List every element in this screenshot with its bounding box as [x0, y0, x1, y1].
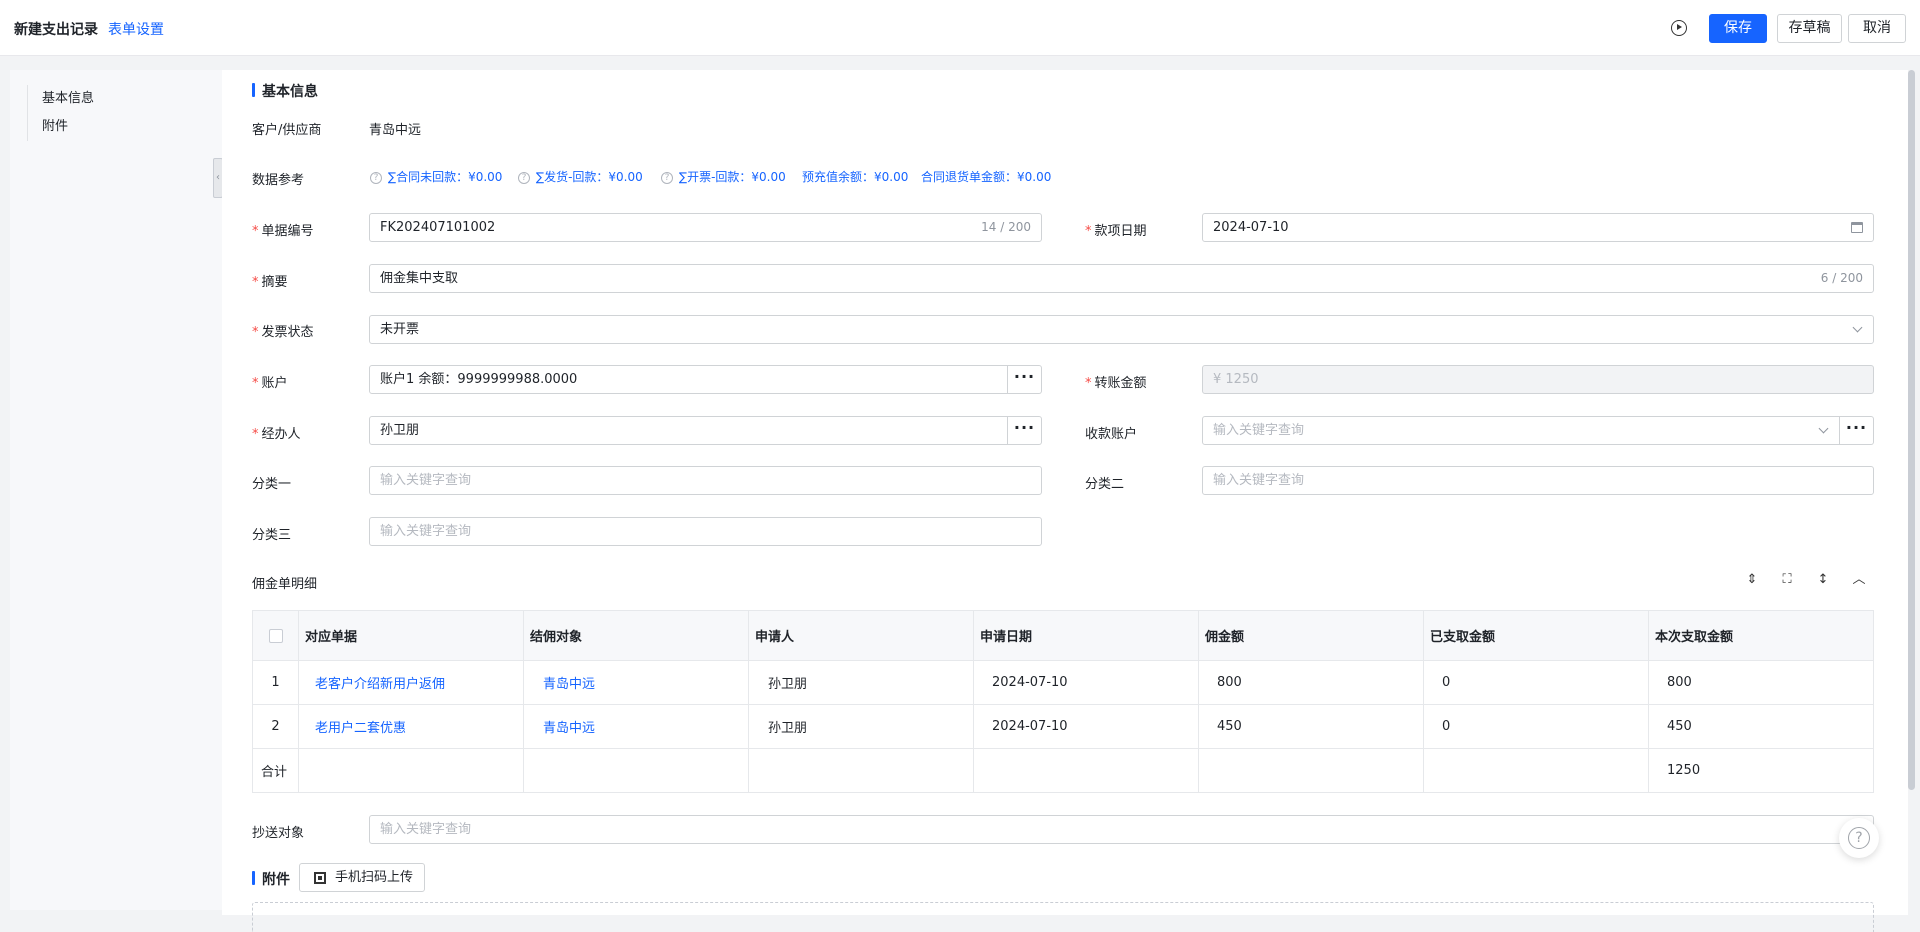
select-all-checkbox[interactable] [268, 628, 283, 643]
total-row: 合计 1250 [252, 748, 1874, 793]
customer-value: 青岛中远 [369, 123, 422, 138]
row-height-icon[interactable]: ⇕ [1744, 572, 1760, 588]
scrollbar[interactable] [1908, 70, 1915, 790]
invoice-status-select[interactable]: 未开票 [369, 315, 1874, 344]
category2-input[interactable]: 输入关键字查询 [1202, 466, 1874, 495]
table-row: 1 老客户介绍新用户返佣 青岛中远 孙卫朋 2024-07-10 800 0 8… [252, 660, 1874, 705]
commission-detail-table: 对应单据 结佣对象 申请人 申请日期 佣金额 已支取金额 本次支取金额 1 老客… [252, 610, 1874, 793]
char-count: 6 / 200 [1820, 271, 1863, 285]
section-nav: 基本信息 附件 [10, 70, 222, 910]
category1-label: 分类一 [252, 477, 292, 492]
nav-item-attachment[interactable]: 附件 [42, 113, 94, 141]
question-icon: ? [661, 172, 673, 184]
upload-dropzone[interactable] [252, 902, 1874, 932]
collapse-up-icon[interactable]: ︿ [1851, 572, 1867, 588]
doc-link[interactable]: 老客户介绍新用户返佣 [315, 677, 445, 692]
col-header: 申请日期 [973, 610, 1199, 661]
target-link[interactable]: 青岛中远 [543, 677, 595, 692]
summary-label: * 摘要 [252, 275, 288, 290]
expand-icon[interactable]: ↕ [1815, 572, 1831, 588]
nav-item-basic-info[interactable]: 基本信息 [42, 85, 94, 113]
category1-input[interactable]: 输入关键字查询 [369, 466, 1042, 495]
receive-account-select[interactable]: 输入关键字查询 [1202, 416, 1840, 445]
table-row: 2 老用户二套优惠 青岛中远 孙卫朋 2024-07-10 450 0 450 [252, 704, 1874, 749]
total-current: 1250 [1648, 748, 1874, 793]
transfer-amount-label: * 转账金额 [1085, 376, 1147, 391]
ref-contract-unpaid: ? ∑合同未回款：¥0.00 [370, 168, 502, 185]
cancel-button[interactable]: 取消 [1848, 14, 1906, 43]
cc-label: 抄送对象 [252, 826, 305, 841]
draft-button[interactable]: 存草稿 [1777, 14, 1842, 43]
section-title-basic: 基本信息 [252, 81, 318, 101]
save-button[interactable]: 保存 [1709, 14, 1767, 43]
account-input[interactable]: 账户1 余额：9999999988.0000 [369, 365, 1008, 394]
ref-shipment-payment: ? ∑发货-回款：¥0.00 [518, 168, 643, 185]
ref-invoice-payment: ? ∑开票-回款：¥0.00 [661, 168, 786, 185]
col-header: 本次支取金额 [1648, 610, 1874, 661]
ref-return-amount: 合同退货单金额：¥0.00 [921, 170, 1052, 184]
date-label: * 款项日期 [1085, 224, 1147, 239]
mobile-upload-button[interactable]: 手机扫码上传 [299, 863, 425, 892]
col-header: 对应单据 [298, 610, 524, 661]
chevron-down-icon [1818, 423, 1829, 434]
section-title-attachment: 附件 [252, 869, 290, 889]
doc-link[interactable]: 老用户二套优惠 [315, 721, 406, 736]
handler-input[interactable]: 孙卫朋 [369, 416, 1008, 445]
play-icon[interactable] [1671, 20, 1687, 36]
handler-label: * 经办人 [252, 427, 301, 442]
page-title: 新建支出记录 [14, 22, 98, 38]
select-all-cell [252, 610, 299, 661]
col-header: 佣金额 [1198, 610, 1424, 661]
help-button[interactable]: ? [1839, 818, 1879, 858]
col-header: 结佣对象 [523, 610, 749, 661]
category2-label: 分类二 [1085, 477, 1125, 492]
target-link[interactable]: 青岛中远 [543, 721, 595, 736]
doc-no-label: * 单据编号 [252, 224, 314, 239]
qrcode-icon [314, 872, 326, 884]
doc-no-input[interactable]: FK202407101002 14 / 200 [369, 213, 1042, 242]
transfer-amount-input: ¥ 1250 [1202, 365, 1874, 394]
receive-account-label: 收款账户 [1085, 427, 1138, 442]
customer-label: 客户/供应商 [252, 123, 322, 138]
chevron-down-icon [1852, 322, 1863, 333]
fullscreen-icon[interactable]: ⛶ [1779, 572, 1795, 588]
invoice-status-label: * 发票状态 [252, 325, 314, 340]
char-count: 14 / 200 [981, 220, 1031, 234]
more-icon[interactable]: ··· [1008, 416, 1042, 445]
calendar-icon [1851, 222, 1863, 233]
col-header: 已支取金额 [1423, 610, 1649, 661]
help-icon: ? [1848, 827, 1870, 849]
question-icon: ? [518, 172, 530, 184]
top-header: 新建支出记录 表单设置 保存 存草稿 取消 [0, 0, 1920, 56]
col-header: 申请人 [748, 610, 974, 661]
detail-title: 佣金单明细 [252, 577, 318, 592]
form-settings-link[interactable]: 表单设置 [108, 19, 164, 39]
data-ref-label: 数据参考 [252, 173, 305, 188]
cc-input[interactable]: 输入关键字查询 [369, 815, 1874, 844]
account-label: * 账户 [252, 376, 288, 391]
question-icon: ? [370, 172, 382, 184]
category3-label: 分类三 [252, 528, 292, 543]
date-input[interactable]: 2024-07-10 [1202, 213, 1874, 242]
more-icon[interactable]: ··· [1840, 416, 1874, 445]
summary-input[interactable]: 佣金集中支取 6 / 200 [369, 264, 1874, 293]
ref-prepaid-balance: 预充值余额：¥0.00 [802, 170, 909, 184]
category3-input[interactable]: 输入关键字查询 [369, 517, 1042, 546]
more-icon[interactable]: ··· [1008, 365, 1042, 394]
